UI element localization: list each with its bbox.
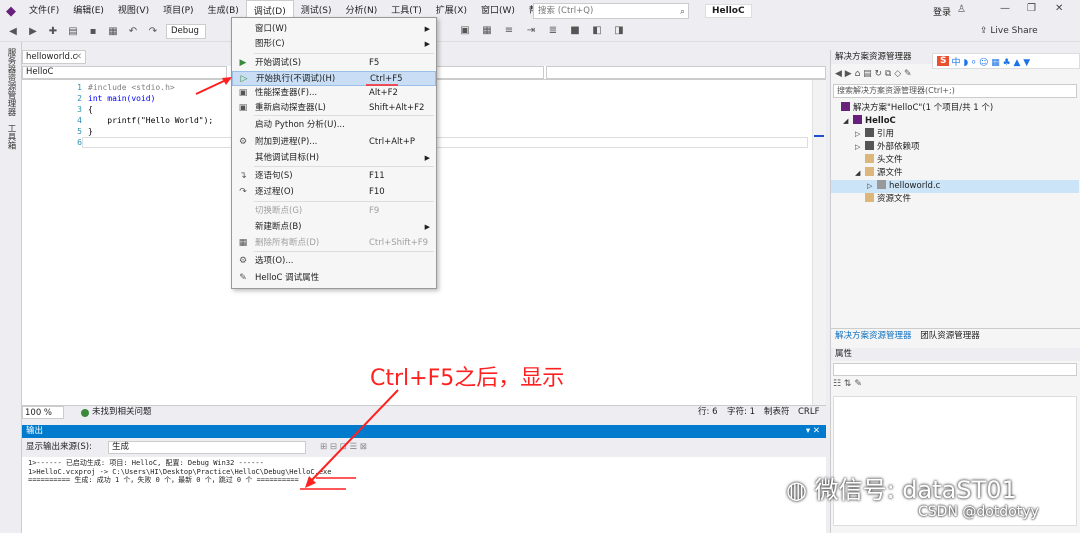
wechat-watermark-text: 微信号: dataST01 <box>814 476 1017 504</box>
annotation-text: Ctrl+F5之后，显示 <box>370 366 565 391</box>
annotation-layer <box>195 77 399 490</box>
csdn-watermark: CSDN @dotdotyy <box>918 504 1039 520</box>
annotation-arrow-output <box>309 389 399 483</box>
wechat-logo-icon: ◍ <box>786 476 815 504</box>
annotation-arrow-menu <box>195 79 227 95</box>
wechat-watermark: ◍ 微信号: dataST01 <box>786 470 1017 505</box>
